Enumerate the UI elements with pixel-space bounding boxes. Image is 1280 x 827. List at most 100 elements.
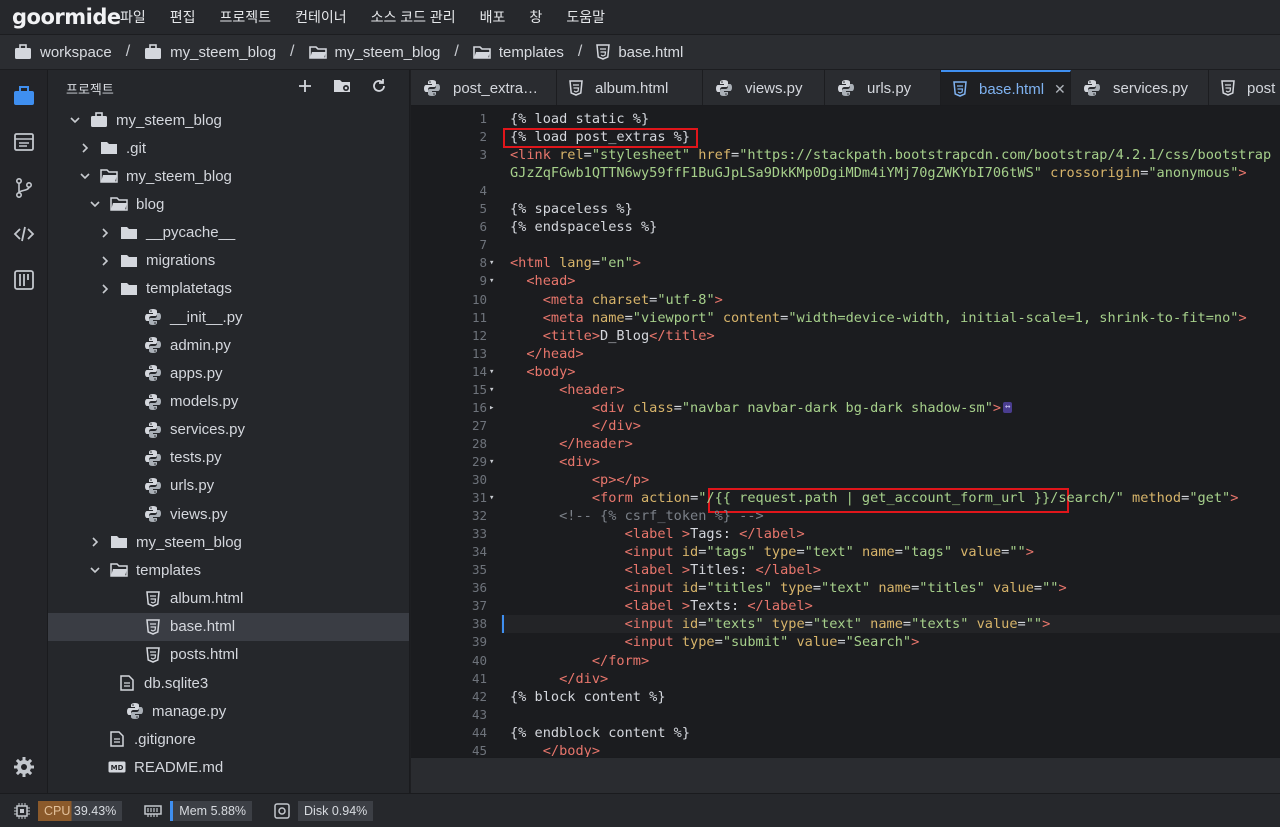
breadcrumb-file[interactable]: base.html [596,44,683,61]
tree-item[interactable]: admin.py [48,331,409,359]
cpu-status[interactable]: CPU 39.43% [14,800,123,821]
breadcrumb-folder[interactable]: my_steem_blog [308,44,440,61]
code-token: "anonymous" [1148,165,1239,182]
cpu-label: CPU [44,803,71,818]
code-token: "tags" [706,544,756,561]
tree-item[interactable]: views.py [48,500,409,528]
chevron-right-icon[interactable] [98,227,112,239]
code-text: <form action="/{{ request.path | get_acc… [510,489,1239,507]
line-number: 45 [471,742,487,757]
tree-item[interactable]: my_steem_blog [48,106,409,134]
folded-code-marker[interactable]: ↔ [1003,402,1013,414]
tab-post-extra[interactable]: post_extra… [411,70,557,105]
fold-toggle-icon[interactable]: ▾ [489,381,494,399]
code-icon[interactable] [12,222,36,246]
code-token: </header> [559,435,633,452]
code-token: <input [624,544,682,561]
fold-toggle-icon[interactable]: ▾ [489,453,494,471]
settings-gear-icon[interactable] [12,755,36,779]
tree-item[interactable]: posts.html [48,641,409,669]
terminal-window-icon[interactable] [12,130,36,154]
app-logo[interactable]: goormide [0,5,121,29]
fold-toggle-icon[interactable]: ▸ [489,399,494,417]
line-number: 42 [471,688,487,704]
chevron-right-icon[interactable] [98,283,112,295]
tree-item[interactable]: models.py [48,388,409,416]
menu-item[interactable]: 프로젝트 [220,7,272,27]
menu-item[interactable]: 소스 코드 관리 [371,7,456,27]
breadcrumb-project[interactable]: my_steem_blog [144,44,276,61]
tree-item[interactable]: blog [48,190,409,218]
tree-item[interactable]: templates [48,556,409,584]
tab-label: views.py [745,79,803,97]
memory-status[interactable]: Mem 5.88% [144,800,253,821]
code-token: > [1238,165,1247,182]
fold-toggle-icon[interactable]: ▾ [489,489,494,507]
line-number: 40 [471,652,487,668]
tab-post[interactable]: post [1209,70,1280,105]
tree-item[interactable]: MD README.md [48,753,409,781]
fold-toggle-icon[interactable]: ▾ [489,363,494,381]
breadcrumb-templates[interactable]: templates [473,44,564,61]
fold-toggle-icon[interactable]: ▾ [489,272,494,290]
menu-item[interactable]: 배포 [480,7,506,27]
chevron-right-icon[interactable] [98,255,112,267]
menu-item[interactable]: 파일 [120,7,146,27]
chevron-down-icon[interactable] [88,198,102,210]
tab-services-py[interactable]: services.py [1071,70,1209,105]
chevron-down-icon[interactable] [78,170,92,182]
code-text: <div class="navbar navbar-dark bg-dark s… [510,399,1013,417]
code-token: <header> [559,381,625,398]
code-line: 35 <label >Titles: </label> [411,561,1280,579]
chevron-right-icon[interactable] [88,536,102,548]
code-line: 29 ▾ <div> [411,453,1280,471]
menu-item[interactable]: 창 [529,7,542,27]
tree-item[interactable]: .gitignore [48,725,409,753]
chevron-right-icon[interactable] [78,142,92,154]
menu-item[interactable]: 도움말 [566,7,605,27]
chevron-down-icon[interactable] [68,114,82,126]
menu-item[interactable]: 컨테이너 [295,7,347,27]
tree-item[interactable]: album.html [48,585,409,613]
tab-views-py[interactable]: views.py [703,70,825,105]
code-token: > [1025,544,1034,561]
code-token: > [681,598,691,615]
tab-urls-py[interactable]: urls.py [825,70,941,105]
tree-item[interactable]: __init__.py [48,303,409,331]
project-explorer-icon[interactable] [12,84,36,108]
fold-toggle-icon[interactable]: ▾ [489,254,494,272]
tree-item[interactable]: __pycache__ [48,219,409,247]
close-tab-icon[interactable]: ✕ [1054,81,1066,98]
tree-item[interactable]: tests.py [48,444,409,472]
breadcrumb-workspace[interactable]: workspace [14,44,112,61]
new-file-icon[interactable] [297,78,313,97]
tree-item[interactable]: apps.py [48,359,409,387]
refresh-icon[interactable] [371,78,387,97]
tree-item[interactable]: my_steem_blog [48,528,409,556]
tree-item[interactable]: db.sqlite3 [48,669,409,697]
tree-item[interactable]: manage.py [48,697,409,725]
tree-item[interactable]: services.py [48,416,409,444]
tab-base-html[interactable]: base.html ✕ [941,70,1071,105]
tree-item[interactable]: urls.py [48,472,409,500]
code-line: 37 <label >Texts: </label> [411,597,1280,615]
tree-item[interactable]: templatetags [48,275,409,303]
disk-status[interactable]: Disk 0.94% [274,800,374,821]
tree-item[interactable]: base.html [48,612,409,641]
code-token: {% spaceless %} [510,201,633,218]
tree-item[interactable]: .git [48,134,409,162]
tree-item[interactable]: my_steem_blog [48,162,409,190]
deploy-icon[interactable] [12,268,36,292]
tab-album-html[interactable]: album.html [557,70,703,105]
tree-item[interactable]: migrations [48,247,409,275]
code-line: 44 {% endblock content %} [411,724,1280,742]
chevron-down-icon[interactable] [88,564,102,576]
code-line: 38 <input id="texts" type="text" name="t… [411,615,1280,633]
code-editor[interactable]: 1 {% load static %} 2 {% load post_extras %… [411,106,1280,757]
source-control-icon[interactable] [12,176,36,200]
menu-item[interactable]: 편집 [170,7,196,27]
folder-settings-icon[interactable] [333,78,351,97]
